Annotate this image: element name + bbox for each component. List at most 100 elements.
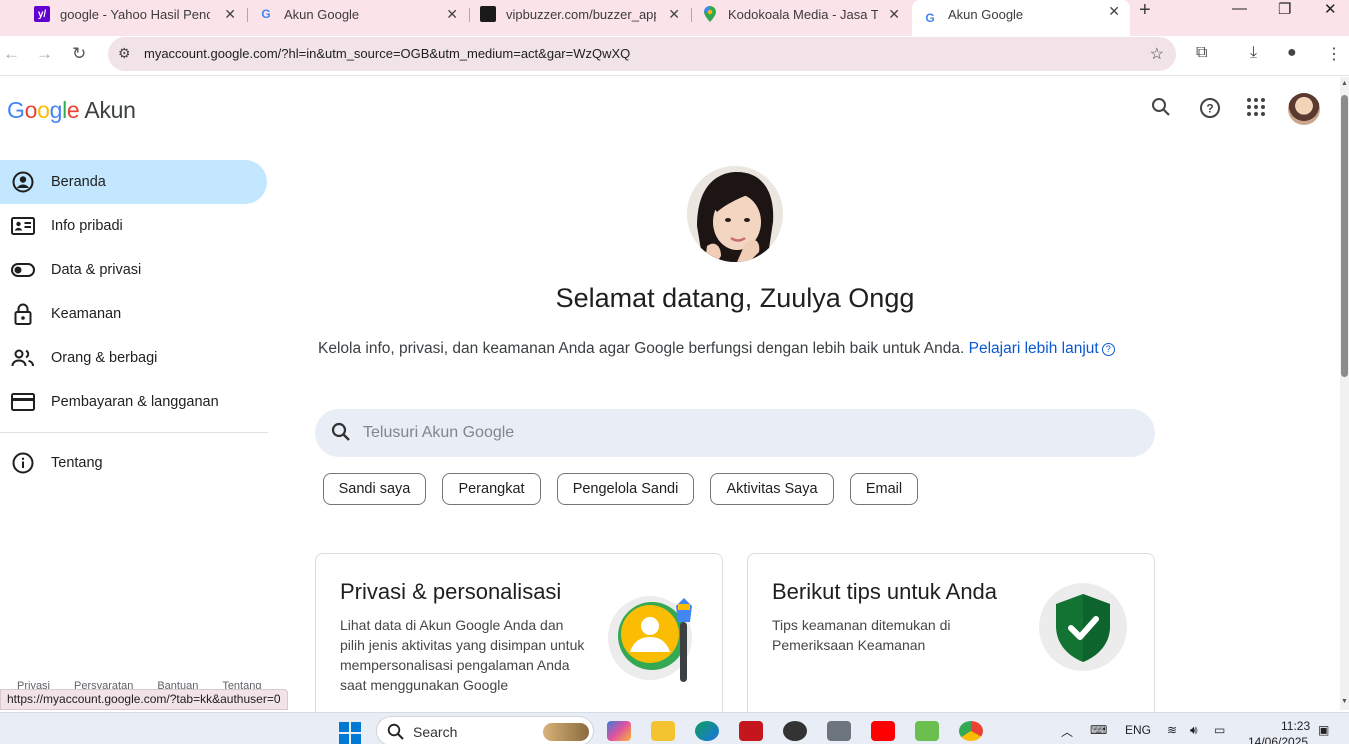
apps-grid-icon[interactable] — [1246, 97, 1266, 123]
windows-taskbar: Search ︿ ⌨ ENG ≋ 🔊︎ ▭ 11:23 14/06/2025 ▣ — [0, 712, 1349, 744]
chip-email[interactable]: Email — [850, 473, 918, 505]
download-icon[interactable]: ⤓ — [1250, 44, 1257, 62]
search-input[interactable] — [363, 409, 1123, 457]
sidebar-item-beranda[interactable]: Beranda — [0, 160, 267, 204]
taskbar-search-label: Search — [413, 724, 458, 740]
app-icon-generic[interactable] — [783, 721, 807, 741]
browser-window: y/ google - Yahoo Hasil Pencar ✕ G Akun … — [0, 0, 1349, 744]
learn-more-label: Pelajari lebih lanjut — [968, 340, 1099, 357]
edge-icon[interactable] — [695, 721, 719, 741]
tab-strip: y/ google - Yahoo Hasil Pencar ✕ G Akun … — [0, 0, 1349, 36]
notification-icon[interactable]: ▣ — [1318, 723, 1329, 737]
keyboard-icon[interactable]: ⌨ — [1090, 723, 1107, 737]
chip-perangkat[interactable]: Perangkat — [442, 473, 541, 505]
welcome-heading: Selamat datang, Zuulya Ongg — [555, 283, 915, 313]
windows-start-icon[interactable] — [339, 722, 361, 744]
new-tab-button[interactable]: + — [1139, 0, 1157, 20]
account-header: Google Akun ? — [0, 77, 1340, 141]
tab-kodokoala[interactable]: Kodokoala Media - Jasa Tam ✕ — [692, 0, 910, 28]
svg-text:?: ? — [1206, 102, 1213, 116]
close-tab-icon[interactable]: ✕ — [1108, 3, 1120, 20]
close-tab-icon[interactable]: ✕ — [446, 6, 458, 23]
sidebar-item-label: Tentang — [51, 455, 103, 471]
taskbar-search-box[interactable]: Search — [376, 716, 594, 744]
sidebar-divider — [0, 432, 268, 433]
address-bar[interactable]: ⚙ myaccount.google.com/?hl=in&utm_source… — [108, 37, 1176, 71]
subtitle-text: Kelola info, privasi, dan keamanan Anda … — [318, 340, 1115, 358]
close-tab-icon[interactable]: ✕ — [888, 6, 900, 23]
clock-date[interactable]: 14/06/2025 — [1248, 735, 1308, 744]
search-icon[interactable] — [1151, 97, 1171, 123]
tab-akun-google-active[interactable]: G Akun Google ✕ — [912, 0, 1130, 36]
account-search-bar[interactable] — [315, 409, 1155, 457]
tab-akun-google-1[interactable]: G Akun Google ✕ — [248, 0, 468, 28]
help-icon[interactable]: ? — [1199, 97, 1221, 125]
site-settings-icon[interactable]: ⚙ — [118, 45, 131, 62]
clock-time[interactable]: 11:23 — [1281, 719, 1310, 733]
chrome-icon[interactable] — [959, 721, 983, 741]
scroll-up-arrow-icon[interactable]: ▲ — [1341, 80, 1348, 87]
show-hidden-icons-icon[interactable]: ︿ — [1061, 723, 1073, 740]
copilot-icon[interactable] — [607, 721, 631, 741]
yahoo-icon: y/ — [34, 6, 50, 22]
card-body: Tips keamanan ditemukan di Pemeriksaan K… — [772, 617, 951, 653]
mcafee-icon[interactable] — [739, 721, 763, 741]
card-tips[interactable]: Berikut tips untuk Anda Tips keamanan di… — [747, 553, 1155, 723]
restore-icon[interactable]: ❐ — [1278, 0, 1291, 18]
extensions-icon[interactable]: ⧉ — [1196, 44, 1207, 62]
youtube-icon[interactable] — [871, 721, 895, 741]
info-icon — [11, 451, 35, 475]
chip-pengelola-sandi[interactable]: Pengelola Sandi — [557, 473, 694, 505]
sidebar-item-info-pribadi[interactable]: Info pribadi — [0, 204, 268, 248]
card-privasi[interactable]: Privasi & personalisasi Lihat data di Ak… — [315, 553, 723, 723]
sidebar: Beranda Info pribadi Data & privasi Keam… — [0, 160, 268, 485]
sidebar-item-data-privasi[interactable]: Data & privasi — [0, 248, 268, 292]
forward-arrow-icon[interactable]: → — [36, 44, 53, 64]
close-window-icon[interactable]: ✕ — [1324, 0, 1337, 18]
tab-yahoo[interactable]: y/ google - Yahoo Hasil Pencar ✕ — [24, 0, 246, 28]
chip-aktivitas-saya[interactable]: Aktivitas Saya — [710, 473, 834, 505]
language-indicator[interactable]: ENG — [1125, 723, 1151, 737]
sidebar-item-pembayaran[interactable]: Pembayaran & langganan — [0, 380, 268, 424]
page-scrollbar[interactable] — [1340, 77, 1349, 710]
maps-pin-icon — [702, 6, 718, 22]
profile-photo[interactable] — [687, 166, 783, 262]
menu-kebab-icon[interactable]: ⋮ — [1326, 44, 1342, 64]
vipbuzzer-icon — [480, 6, 496, 22]
calculator-icon[interactable] — [827, 721, 851, 741]
url-text[interactable]: myaccount.google.com/?hl=in&utm_source=O… — [144, 46, 630, 61]
file-explorer-icon[interactable] — [651, 721, 675, 741]
learn-more-link[interactable]: Pelajari lebih lanjut? — [969, 340, 1115, 357]
minimize-icon[interactable]: — — [1232, 0, 1247, 17]
sidebar-item-orang-berbagi[interactable]: Orang & berbagi — [0, 336, 268, 380]
battery-icon[interactable]: ▭ — [1214, 723, 1225, 737]
google-akun-logo[interactable]: Google Akun — [7, 97, 136, 124]
back-arrow-icon[interactable]: ← — [3, 44, 20, 64]
close-tab-icon[interactable]: ✕ — [668, 6, 680, 23]
sheets-app-icon[interactable] — [915, 721, 939, 741]
browser-toolbar: ← → ↻ ⚙ myaccount.google.com/?hl=in&utm_… — [0, 36, 1349, 76]
bookmark-star-icon[interactable]: ☆ — [1150, 44, 1164, 64]
wifi-icon[interactable]: ≋ — [1167, 723, 1177, 737]
tab-vipbuzzer[interactable]: vipbuzzer.com/buzzer_app/t ✕ — [470, 0, 690, 28]
close-tab-icon[interactable]: ✕ — [224, 6, 236, 23]
reload-icon[interactable]: ↻ — [72, 44, 86, 64]
sidebar-item-tentang[interactable]: Tentang — [0, 441, 268, 485]
account-circle-icon — [11, 170, 35, 194]
tab-title: google - Yahoo Hasil Pencar — [60, 6, 210, 22]
toggle-icon — [11, 258, 35, 282]
card-title: Berikut tips untuk Anda — [772, 579, 998, 604]
account-avatar[interactable] — [1288, 93, 1320, 125]
profile-icon[interactable]: ● — [1287, 44, 1297, 62]
chip-sandi-saya[interactable]: Sandi saya — [323, 473, 426, 505]
scrollbar-thumb[interactable] — [1341, 95, 1348, 377]
google-g-icon: G — [925, 11, 935, 25]
sidebar-item-label: Beranda — [51, 174, 106, 190]
sidebar-item-label: Data & privasi — [51, 262, 142, 278]
sidebar-item-label: Info pribadi — [51, 218, 123, 234]
volume-icon[interactable]: 🔊︎ — [1190, 723, 1198, 738]
google-logo-text: Google — [7, 97, 80, 123]
sidebar-item-keamanan[interactable]: Keamanan — [0, 292, 268, 336]
search-icon — [331, 422, 351, 447]
scroll-down-arrow-icon[interactable]: ▼ — [1341, 698, 1348, 705]
